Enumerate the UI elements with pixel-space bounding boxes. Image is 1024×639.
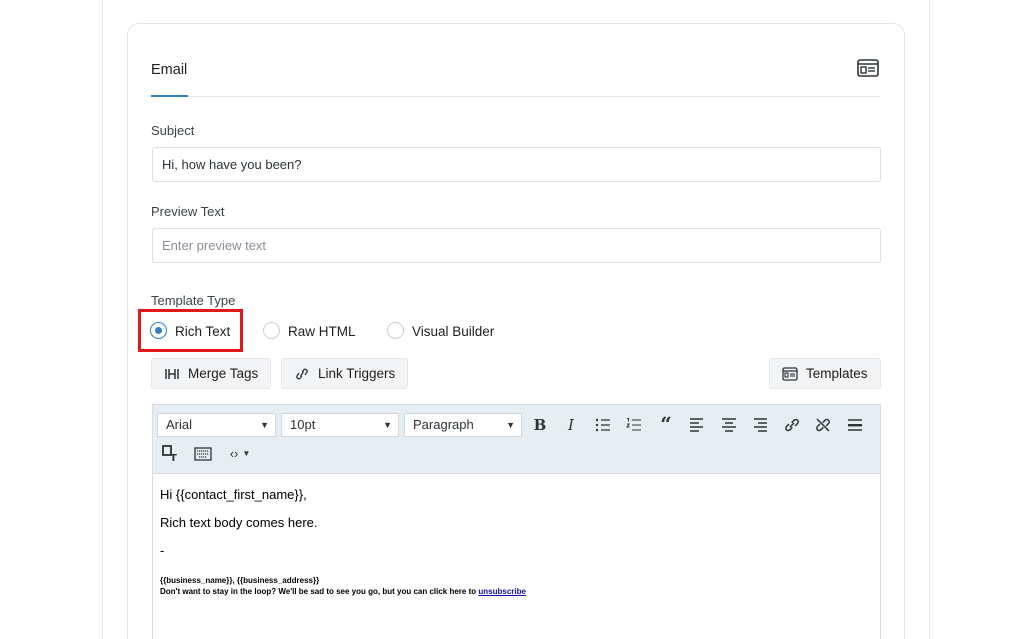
paste-text-icon[interactable]: T <box>161 444 181 464</box>
block-format-value: Paragraph <box>413 417 474 432</box>
editor-toolbar: Arial ▼ 10pt ▼ Paragraph ▼ B I “ T ‹› ▼ <box>153 405 880 474</box>
block-format-caret-icon: ▼ <box>506 420 515 430</box>
templates-label: Templates <box>806 366 868 381</box>
bullet-list-icon[interactable] <box>593 415 613 435</box>
tab-email[interactable]: Email <box>151 62 188 97</box>
align-center-icon[interactable] <box>719 415 739 435</box>
horizontal-rule-icon[interactable] <box>845 415 865 435</box>
svg-text:T: T <box>170 453 177 463</box>
greeting-line: Hi {{contact_first_name}}, <box>160 487 307 502</box>
font-size-select[interactable]: 10pt ▼ <box>281 413 399 437</box>
link-icon <box>294 367 310 381</box>
blockquote-icon[interactable]: “ <box>656 412 676 436</box>
layout-icon[interactable] <box>857 59 879 77</box>
preview-text-input[interactable]: Enter preview text <box>152 228 881 263</box>
keyboard-icon[interactable] <box>193 444 213 464</box>
footer-address: {{business_name}}, {{business_address}} <box>160 576 320 585</box>
font-family-caret-icon: ▼ <box>260 420 269 430</box>
templates-button[interactable]: Templates <box>769 358 881 389</box>
radio-raw-html[interactable] <box>263 322 280 339</box>
link-triggers-button[interactable]: Link Triggers <box>281 358 409 389</box>
footer-text: Don't want to stay in the loop? We'll be… <box>160 587 477 596</box>
radio-label-raw-html[interactable]: Raw HTML <box>288 324 356 339</box>
footer-unsubscribe-line: Don't want to stay in the loop? We'll be… <box>160 586 860 597</box>
merge-tags-icon <box>164 367 180 381</box>
italic-icon[interactable]: I <box>561 415 581 435</box>
font-family-select[interactable]: Arial ▼ <box>157 413 276 437</box>
radio-label-visual-builder[interactable]: Visual Builder <box>412 324 494 339</box>
radio-visual-builder[interactable] <box>387 322 404 339</box>
merge-tags-button[interactable]: Merge Tags <box>151 358 272 389</box>
align-left-icon[interactable] <box>687 415 707 435</box>
numbered-list-icon[interactable] <box>624 415 644 435</box>
template-type-label: Template Type <box>151 293 236 308</box>
source-code-icon[interactable]: ‹› ▼ <box>225 443 255 463</box>
unlink-icon[interactable] <box>813 415 833 435</box>
tab-bar: Email <box>151 55 881 97</box>
unsubscribe-link[interactable]: unsubscribe <box>478 587 526 596</box>
body-line: Rich text body comes here. <box>160 515 318 530</box>
link-triggers-label: Link Triggers <box>318 366 396 381</box>
highlight-box <box>138 309 243 352</box>
block-format-select[interactable]: Paragraph ▼ <box>404 413 522 437</box>
separator-line: - <box>160 543 165 558</box>
font-family-value: Arial <box>166 417 193 432</box>
merge-tags-label: Merge Tags <box>188 366 259 381</box>
link-insert-icon[interactable] <box>782 415 802 435</box>
templates-icon <box>782 366 798 381</box>
align-right-icon[interactable] <box>750 415 770 435</box>
subject-label: Subject <box>151 123 195 138</box>
font-size-value: 10pt <box>290 417 316 432</box>
subject-input[interactable]: Hi, how have you been? <box>152 147 881 182</box>
font-size-caret-icon: ▼ <box>383 420 392 430</box>
preview-text-label: Preview Text <box>151 204 225 219</box>
rich-text-editor: Arial ▼ 10pt ▼ Paragraph ▼ B I “ T ‹› ▼ … <box>152 404 881 639</box>
editor-content[interactable]: Hi {{contact_first_name}}, Rich text bod… <box>160 487 860 597</box>
bold-icon[interactable]: B <box>530 415 550 435</box>
